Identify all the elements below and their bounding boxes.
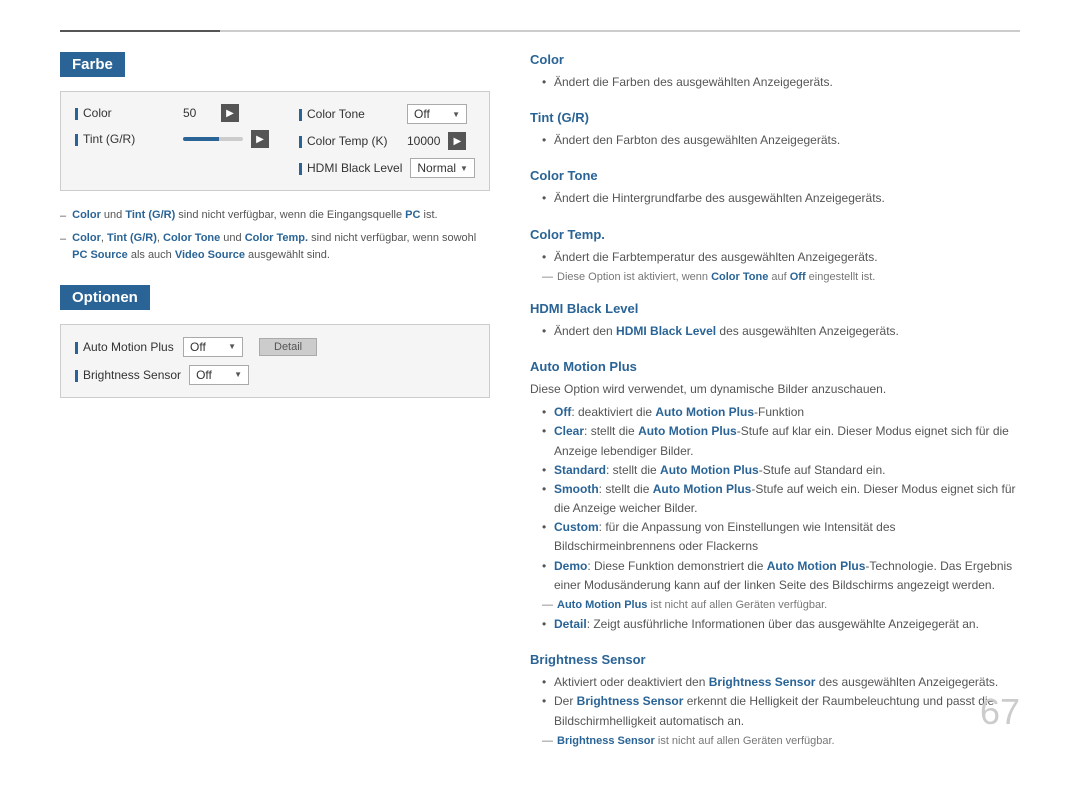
right-color-heading: Color xyxy=(530,52,1020,67)
tint-row: Tint (G/R) ▶ xyxy=(75,130,269,148)
optionen-title: Optionen xyxy=(60,285,150,310)
color-tone-label: Color Tone xyxy=(299,107,399,121)
color-label: Color xyxy=(75,106,175,120)
auto-motion-detail: Detail: Zeigt ausführliche Informationen… xyxy=(542,615,1020,634)
brightness-dropdown[interactable]: Off ▼ xyxy=(189,365,249,385)
color-tone-dropdown[interactable]: Off ▼ xyxy=(407,104,467,124)
right-color-tone-section: Color Tone Ändert die Hintergrundfarbe d… xyxy=(530,168,1020,208)
auto-motion-custom: Custom: für die Anpassung von Einstellun… xyxy=(542,518,1020,556)
farbe-notes: – Color und Tint (G/R) sind nicht verfüg… xyxy=(60,207,490,265)
right-color-temp-section: Color Temp. Ändert die Farbtemperatur de… xyxy=(530,227,1020,283)
chevron-down-icon-2: ▼ xyxy=(460,164,468,173)
brightness-bullet-2: Der Brightness Sensor erkennt die Hellig… xyxy=(542,692,1020,730)
auto-motion-bullets: Off: deaktiviert die Auto Motion Plus-Fu… xyxy=(542,403,1020,595)
right-hdmi-heading: HDMI Black Level xyxy=(530,301,1020,316)
right-color-tone-heading: Color Tone xyxy=(530,168,1020,183)
right-tint-section: Tint (G/R) Ändert den Farbton des ausgew… xyxy=(530,110,1020,150)
optionen-settings-box: Auto Motion Plus Off ▼ Detail Brightness… xyxy=(60,324,490,398)
color-temp-note: Diese Option ist aktiviert, wenn Color T… xyxy=(542,271,1020,283)
color-temp-row: Color Temp (K) 10000 ▶ xyxy=(299,132,475,150)
right-color-section: Color Ändert die Farben des ausgewählten… xyxy=(530,52,1020,92)
farbe-settings-box: Color 50 ▶ Tint (G/R) ▶ xyxy=(60,91,490,191)
right-auto-motion-section: Auto Motion Plus Diese Option wird verwe… xyxy=(530,359,1020,634)
right-tint-bullets: Ändert den Farbton des ausgewählten Anze… xyxy=(542,131,1020,150)
right-hdmi-bullets: Ändert den HDMI Black Level des ausgewäh… xyxy=(542,322,1020,341)
chevron-down-icon: ▼ xyxy=(452,110,460,119)
right-hdmi-section: HDMI Black Level Ändert den HDMI Black L… xyxy=(530,301,1020,341)
chevron-down-icon-4: ▼ xyxy=(234,370,242,379)
right-hdmi-text: Ändert den HDMI Black Level des ausgewäh… xyxy=(542,322,1020,341)
brightness-note-text: Brightness Sensor ist nicht auf allen Ge… xyxy=(557,735,835,747)
tint-next-btn[interactable]: ▶ xyxy=(251,130,269,148)
hdmi-label: HDMI Black Level xyxy=(299,161,402,175)
farbe-left-col: Color 50 ▶ Tint (G/R) ▶ xyxy=(75,104,269,148)
right-color-text: Ändert die Farben des ausgewählten Anzei… xyxy=(542,73,1020,92)
color-temp-label: Color Temp (K) xyxy=(299,134,399,148)
top-divider xyxy=(60,30,1020,32)
color-row: Color 50 ▶ xyxy=(75,104,269,122)
right-brightness-heading: Brightness Sensor xyxy=(530,652,1020,667)
farbe-title: Farbe xyxy=(60,52,125,77)
right-color-tone-bullets: Ändert die Hintergrundfarbe des ausgewäh… xyxy=(542,189,1020,208)
right-tint-text: Ändert den Farbton des ausgewählten Anze… xyxy=(542,131,1020,150)
right-column: Color Ändert die Farben des ausgewählten… xyxy=(530,52,1020,765)
auto-motion-note: Auto Motion Plus ist nicht auf allen Ger… xyxy=(542,599,1020,611)
right-color-temp-text: Ändert die Farbtemperatur des ausgewählt… xyxy=(542,248,1020,267)
right-color-temp-heading: Color Temp. xyxy=(530,227,1020,242)
tint-slider xyxy=(183,137,243,141)
chevron-down-icon-3: ▼ xyxy=(228,342,236,351)
hdmi-row: HDMI Black Level Normal ▼ xyxy=(299,158,475,178)
auto-motion-intro: Diese Option wird verwendet, um dynamisc… xyxy=(530,380,1020,399)
auto-motion-dropdown[interactable]: Off ▼ xyxy=(183,337,243,357)
farbe-right-col: Color Tone Off ▼ Color Temp (K) 10000 xyxy=(299,104,475,178)
color-temp-value: 10000 xyxy=(407,134,440,148)
hdmi-value: Normal xyxy=(417,161,456,175)
brightness-bullet-1: Aktiviert oder deaktiviert den Brightnes… xyxy=(542,673,1020,692)
hdmi-dropdown[interactable]: Normal ▼ xyxy=(410,158,475,178)
farbe-section: Farbe Color 50 ▶ xyxy=(60,52,490,265)
color-value: 50 xyxy=(183,106,213,120)
auto-motion-clear: Clear: stellt die Auto Motion Plus-Stufe… xyxy=(542,422,1020,460)
optionen-section: Optionen Auto Motion Plus Off ▼ Detail B… xyxy=(60,285,490,398)
right-color-tone-text: Ändert die Hintergrundfarbe des ausgewäh… xyxy=(542,189,1020,208)
farbe-note-2: Color, Tint (G/R), Color Tone und Color … xyxy=(72,230,490,265)
auto-motion-off: Off: deaktiviert die Auto Motion Plus-Fu… xyxy=(542,403,1020,422)
brightness-row: Brightness Sensor Off ▼ xyxy=(75,365,475,385)
right-color-bullets: Ändert die Farben des ausgewählten Anzei… xyxy=(542,73,1020,92)
auto-motion-detail-bullet: Detail: Zeigt ausführliche Informationen… xyxy=(542,615,1020,634)
color-tone-value: Off xyxy=(414,107,430,121)
page-number: 67 xyxy=(980,691,1020,733)
right-tint-heading: Tint (G/R) xyxy=(530,110,1020,125)
auto-motion-standard: Standard: stellt die Auto Motion Plus-St… xyxy=(542,461,1020,480)
right-color-temp-bullets: Ändert die Farbtemperatur des ausgewählt… xyxy=(542,248,1020,267)
color-temp-note-text: Diese Option ist aktiviert, wenn Color T… xyxy=(557,271,875,283)
auto-motion-value: Off xyxy=(190,340,206,354)
right-auto-motion-heading: Auto Motion Plus xyxy=(530,359,1020,374)
brightness-value: Off xyxy=(196,368,212,382)
detail-button[interactable]: Detail xyxy=(259,338,317,356)
left-column: Farbe Color 50 ▶ xyxy=(60,52,490,765)
auto-motion-demo: Demo: Diese Funktion demonstriert die Au… xyxy=(542,557,1020,595)
brightness-label: Brightness Sensor xyxy=(75,368,181,382)
auto-motion-smooth: Smooth: stellt die Auto Motion Plus-Stuf… xyxy=(542,480,1020,518)
auto-motion-row: Auto Motion Plus Off ▼ Detail xyxy=(75,337,475,357)
brightness-bullets: Aktiviert oder deaktiviert den Brightnes… xyxy=(542,673,1020,731)
farbe-note-1: Color und Tint (G/R) sind nicht verfügba… xyxy=(72,207,437,226)
color-next-btn[interactable]: ▶ xyxy=(221,104,239,122)
auto-motion-note-text: Auto Motion Plus ist nicht auf allen Ger… xyxy=(557,599,827,611)
color-tone-row: Color Tone Off ▼ xyxy=(299,104,475,124)
auto-motion-label: Auto Motion Plus xyxy=(75,340,175,354)
right-brightness-section: Brightness Sensor Aktiviert oder deaktiv… xyxy=(530,652,1020,747)
brightness-note: Brightness Sensor ist nicht auf allen Ge… xyxy=(542,735,1020,747)
color-temp-next-btn[interactable]: ▶ xyxy=(448,132,466,150)
tint-label: Tint (G/R) xyxy=(75,132,175,146)
